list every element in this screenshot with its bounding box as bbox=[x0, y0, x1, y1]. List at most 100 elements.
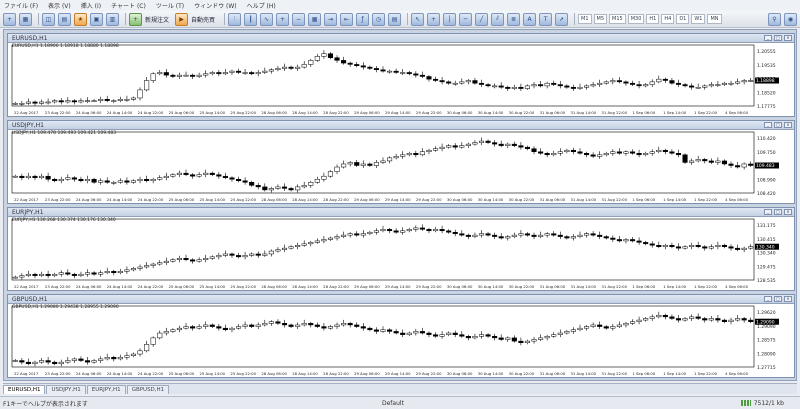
navigator-icon[interactable]: ★ bbox=[74, 12, 87, 26]
minimize-icon[interactable]: _ bbox=[764, 296, 772, 302]
menu-insert[interactable]: 挿入 (I) bbox=[81, 1, 101, 10]
chart-titlebar[interactable]: USDJPY,H1 _ □ × bbox=[8, 121, 794, 130]
candle-body bbox=[308, 182, 314, 186]
chart-window-eurjpy[interactable]: EURJPY,H1 _ □ × 131.175 130.415 130.340 129.4… bbox=[7, 207, 795, 291]
candle-body bbox=[400, 230, 406, 233]
terminal-icon[interactable]: ▣ bbox=[90, 12, 103, 26]
close-icon[interactable]: × bbox=[784, 122, 792, 128]
strategy-tester-icon[interactable]: ▥ bbox=[106, 12, 119, 26]
tab-usdjpy[interactable]: USDJPY,H1 bbox=[46, 385, 86, 394]
tab-gbpusd[interactable]: GBPUSD,H1 bbox=[126, 385, 170, 394]
candle-body bbox=[610, 237, 616, 240]
line-chart-icon[interactable]: ∿ bbox=[260, 12, 274, 26]
candle-body bbox=[157, 177, 163, 180]
timeframe-m1[interactable]: M1 bbox=[578, 14, 592, 24]
candle-body bbox=[380, 329, 386, 332]
candle-body bbox=[603, 236, 609, 239]
maximize-icon[interactable]: □ bbox=[774, 35, 782, 41]
maximize-icon[interactable]: □ bbox=[774, 209, 782, 215]
chart-plot[interactable]: 1.205551.195351.188981.185201.177751.188… bbox=[8, 43, 794, 116]
channel-icon[interactable]: ⫽ bbox=[491, 12, 505, 26]
x-tick-label: 31 Aug 06:00 bbox=[540, 371, 566, 376]
chart-titlebar[interactable]: GBPUSD,H1 _ □ × bbox=[8, 295, 794, 304]
minimize-icon[interactable]: _ bbox=[764, 35, 772, 41]
candle-body bbox=[518, 145, 524, 148]
candle-body bbox=[511, 234, 517, 237]
timeframe-m30[interactable]: M30 bbox=[627, 14, 645, 24]
candle-body bbox=[84, 360, 91, 363]
timeframe-h4[interactable]: H4 bbox=[661, 14, 675, 24]
vertical-line-icon[interactable]: │ bbox=[443, 12, 457, 26]
candle-body bbox=[91, 100, 97, 102]
autoscroll-icon[interactable]: ⇥ bbox=[324, 12, 338, 26]
periods-icon[interactable]: ◷ bbox=[372, 12, 386, 26]
tile-windows-icon[interactable]: ▦ bbox=[308, 12, 322, 26]
bar-chart-icon[interactable]: ⫶ bbox=[228, 12, 242, 26]
menu-view[interactable]: 表示 (V) bbox=[48, 1, 71, 10]
menu-file[interactable]: ファイル (F) bbox=[4, 1, 38, 10]
tab-eurjpy[interactable]: EURJPY,H1 bbox=[86, 385, 126, 394]
chart-shift-icon[interactable]: ⇤ bbox=[340, 12, 354, 26]
minimize-icon[interactable]: _ bbox=[764, 122, 772, 128]
menu-tools[interactable]: ツール (T) bbox=[156, 1, 184, 10]
candle-body bbox=[98, 180, 104, 183]
maximize-icon[interactable]: □ bbox=[774, 296, 782, 302]
candle-body bbox=[190, 259, 196, 262]
candle-body bbox=[432, 229, 439, 232]
timeframe-d1[interactable]: D1 bbox=[676, 14, 690, 24]
y-tick-label: 129.475 bbox=[757, 264, 776, 270]
timeframe-m5[interactable]: M5 bbox=[593, 14, 608, 24]
arrow-icon[interactable]: ➚ bbox=[555, 12, 569, 26]
chart-plot[interactable]: 110.420109.750109.483108.990108.420109.4… bbox=[8, 130, 794, 203]
candlestick-icon[interactable]: ┃ bbox=[244, 12, 258, 26]
market-watch-icon[interactable]: ◫ bbox=[42, 12, 55, 26]
timeframe-h1[interactable]: H1 bbox=[646, 14, 660, 24]
trendline-icon[interactable]: ╱ bbox=[475, 12, 489, 26]
auto-trading-button[interactable]: ▶ 自動売買 bbox=[175, 12, 215, 26]
maximize-icon[interactable]: □ bbox=[774, 122, 782, 128]
chart-window-gbpusd[interactable]: GBPUSD,H1 _ □ × 1.29620 1.29090 1.28575 1.280… bbox=[7, 294, 795, 378]
profiles-icon[interactable]: ▦ bbox=[19, 12, 32, 26]
fibonacci-icon[interactable]: ≣ bbox=[507, 12, 521, 26]
label-icon[interactable]: T bbox=[539, 12, 553, 26]
timeframe-w1[interactable]: W1 bbox=[691, 14, 706, 24]
x-tick-label: 28 Aug 22:00 bbox=[323, 110, 349, 115]
minimize-icon[interactable]: _ bbox=[764, 209, 772, 215]
y-tick-label: 109.750 bbox=[757, 150, 776, 156]
close-icon[interactable]: × bbox=[784, 35, 792, 41]
timeframe-m15[interactable]: M15 bbox=[609, 14, 626, 24]
community-icon[interactable]: ◉ bbox=[784, 12, 797, 26]
text-icon[interactable]: A bbox=[523, 12, 537, 26]
new-chart-icon[interactable]: + bbox=[3, 12, 16, 26]
indicators-icon[interactable]: ƒ bbox=[356, 12, 370, 26]
cursor-icon[interactable]: ↖ bbox=[411, 12, 425, 26]
chart-window-usdjpy[interactable]: USDJPY,H1 _□× 110.420 109.750 109.483 108.9… bbox=[7, 120, 795, 204]
candle-body bbox=[262, 186, 268, 191]
templates-icon[interactable]: ▤ bbox=[388, 12, 402, 26]
close-icon[interactable]: × bbox=[784, 209, 792, 215]
zoom-in-icon[interactable]: + bbox=[276, 12, 290, 26]
search-icon[interactable]: ⚲ bbox=[768, 12, 781, 26]
candle-body bbox=[728, 163, 734, 166]
menu-help[interactable]: ヘルプ (H) bbox=[247, 1, 276, 10]
tab-eurusd[interactable]: EURUSD,H1 bbox=[3, 385, 46, 394]
candle-body bbox=[413, 331, 419, 334]
new-order-button[interactable]: + 新規注文 bbox=[129, 12, 169, 26]
chart-window-eurusd[interactable]: EURUSD,H1 _□× 1.20555 1.19535 1.18898 1.185… bbox=[7, 33, 795, 117]
chart-plot[interactable]: 131.175 130.415 130.340 129.475 128.535 130.3… bbox=[8, 217, 794, 290]
chart-plot[interactable]: 1.29620 1.29090 1.28575 1.28090 1.27715 1.290… bbox=[8, 304, 794, 377]
chart-titlebar[interactable]: EURUSD,H1 _ □ × bbox=[8, 34, 794, 43]
zoom-out-icon[interactable]: − bbox=[292, 12, 306, 26]
candle-body bbox=[281, 247, 288, 250]
timeframe-mn[interactable]: MN bbox=[707, 14, 722, 24]
crosshair-icon[interactable]: + bbox=[427, 12, 441, 26]
menu-window[interactable]: ウィンドウ (W) bbox=[194, 1, 237, 10]
horizontal-line-icon[interactable]: ─ bbox=[459, 12, 473, 26]
chart-titlebar[interactable]: EURJPY,H1 _ □ × bbox=[8, 208, 794, 217]
candle-body bbox=[380, 229, 386, 232]
menu-charts[interactable]: チャート (C) bbox=[111, 1, 146, 10]
candle-body bbox=[209, 324, 215, 327]
close-icon[interactable]: × bbox=[784, 296, 792, 302]
candle-body bbox=[45, 175, 51, 180]
data-window-icon[interactable]: ▤ bbox=[58, 12, 71, 26]
